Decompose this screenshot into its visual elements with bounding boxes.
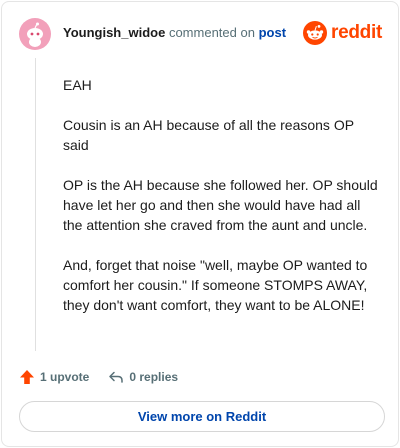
comment-actions: 1 upvote 0 replies	[19, 366, 178, 388]
reply-arrow-icon	[109, 371, 124, 383]
reddit-logo[interactable]: reddit	[303, 21, 382, 45]
comment-body: EAH Cousin is an AH because of all the r…	[63, 75, 381, 335]
thread-line	[35, 58, 36, 351]
comment-header: Youngish_widoe commented on post reddit	[19, 18, 382, 50]
comment-paragraph: Cousin is an AH because of all the reaso…	[63, 117, 354, 153]
comment-paragraph: And, forget that noise "well, maybe OP w…	[63, 257, 368, 313]
action-text: commented on	[168, 25, 255, 40]
reddit-snoo-logo-icon	[303, 21, 328, 45]
comment-meta: Youngish_widoe commented on post	[63, 25, 286, 41]
view-more-button[interactable]: View more on Reddit	[19, 401, 385, 432]
avatar-snoo-figure	[27, 22, 43, 47]
upvote-arrow-icon	[20, 370, 34, 384]
comment-embed-card: Youngish_widoe commented on post reddit …	[1, 1, 399, 447]
author-name[interactable]: Youngish_widoe	[63, 25, 165, 40]
upvote-button[interactable]: 1 upvote	[19, 369, 89, 385]
upvote-count: 1 upvote	[40, 370, 90, 384]
comment-paragraph: EAH	[63, 77, 92, 93]
snoo-avatar-icon[interactable]	[19, 18, 51, 50]
replies-button[interactable]: 0 replies	[108, 369, 178, 385]
reddit-wordmark: reddit	[331, 22, 382, 43]
replies-count: 0 replies	[129, 370, 179, 384]
post-link[interactable]: post	[259, 25, 286, 40]
comment-paragraph: OP is the AH because she followed her. O…	[63, 177, 378, 233]
